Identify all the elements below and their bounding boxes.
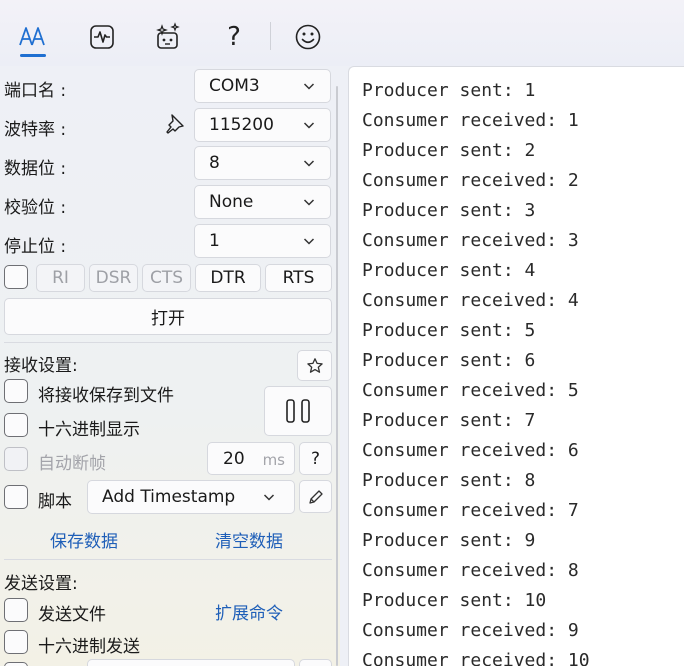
hex-display-label: 十六进制显示 <box>38 420 140 440</box>
left-scrollbar[interactable] <box>336 86 338 666</box>
output-line: Consumer received: 9 <box>362 620 579 641</box>
open-port-button[interactable]: 打开 <box>4 298 332 335</box>
save-to-file-label: 将接收保存到文件 <box>38 386 174 406</box>
rts-toggle[interactable]: RTS <box>265 264 332 292</box>
divider <box>4 342 332 343</box>
output-line: Producer sent: 6 <box>362 350 536 371</box>
parity-value: None <box>209 192 254 212</box>
send-file-label: 发送文件 <box>38 605 106 625</box>
output-line: Producer sent: 9 <box>362 530 536 551</box>
signal-ri: RI <box>36 264 85 292</box>
smiley-icon[interactable] <box>292 20 324 54</box>
divider <box>4 559 332 560</box>
help-glyph: ? <box>310 448 321 469</box>
signals-checkbox[interactable] <box>4 265 28 289</box>
next-row-select[interactable] <box>87 659 295 666</box>
next-row-button[interactable] <box>299 659 332 666</box>
databits-value: 8 <box>209 153 220 173</box>
script-label: 脚本 <box>38 492 72 512</box>
toolbar-separator <box>270 22 271 50</box>
help-icon[interactable]: ? <box>218 20 250 54</box>
frame-ms-value: 20 <box>223 448 245 469</box>
script-checkbox[interactable] <box>4 485 28 509</box>
signal-cts: CTS <box>142 264 191 292</box>
frame-ms-unit: ms <box>262 451 285 469</box>
baud-select[interactable]: 115200 <box>194 108 331 142</box>
next-row-checkbox[interactable] <box>4 662 28 666</box>
output-line: Producer sent: 5 <box>362 320 536 341</box>
output-line: Producer sent: 7 <box>362 410 536 431</box>
star-icon <box>306 357 323 373</box>
save-to-file-checkbox[interactable] <box>4 379 28 403</box>
edit-script-button[interactable] <box>299 480 332 513</box>
pin-icon[interactable] <box>163 112 187 136</box>
output-line: Producer sent: 2 <box>362 140 536 161</box>
send-file-checkbox[interactable] <box>4 598 28 622</box>
parity-label: 校验位 : <box>4 198 67 218</box>
output-line: Producer sent: 4 <box>362 260 536 281</box>
stopbits-label: 停止位 : <box>4 237 67 257</box>
output-line: Consumer received: 10 <box>362 650 590 666</box>
script-select[interactable]: Add Timestamp <box>87 480 295 514</box>
help-glyph: ? <box>227 22 241 52</box>
send-settings-title: 发送设置: <box>4 574 78 594</box>
baud-label: 波特率 : <box>4 120 67 140</box>
output-line: Consumer received: 4 <box>362 290 579 311</box>
output-line: Consumer received: 5 <box>362 380 579 401</box>
extend-command-link[interactable]: 扩展命令 <box>215 599 283 624</box>
databits-select[interactable]: 8 <box>194 146 331 180</box>
output-line: Consumer received: 6 <box>362 440 579 461</box>
receive-output-area[interactable]: Producer sent: 1 Consumer received: 1 Prod… <box>348 66 684 666</box>
active-tab-indicator <box>20 54 46 57</box>
port-label: 端口名 : <box>4 81 67 101</box>
open-button-label: 打开 <box>151 309 185 329</box>
output-line: Consumer received: 3 <box>362 230 579 251</box>
output-line: Consumer received: 7 <box>362 500 579 521</box>
chevron-down-icon <box>303 122 315 129</box>
chevron-down-icon <box>263 494 275 501</box>
output-line: Producer sent: 1 <box>362 80 536 101</box>
pen-icon <box>308 489 323 504</box>
output-line: Consumer received: 8 <box>362 560 579 581</box>
auto-frame-help-button[interactable]: ? <box>299 442 332 475</box>
hex-send-checkbox[interactable] <box>4 630 28 654</box>
chevron-down-icon <box>303 160 315 167</box>
output-line: Producer sent: 10 <box>362 590 547 611</box>
pause-icon <box>286 399 310 423</box>
pulse-icon[interactable] <box>86 20 118 54</box>
chevron-down-icon <box>303 83 315 90</box>
auto-frame-checkbox[interactable] <box>4 447 28 471</box>
databits-label: 数据位 : <box>4 159 67 179</box>
text-format-icon[interactable] <box>17 20 49 54</box>
hex-display-checkbox[interactable] <box>4 413 28 437</box>
auto-frame-label: 自动断帧 <box>38 454 106 474</box>
stopbits-value: 1 <box>209 231 220 251</box>
save-data-link[interactable]: 保存数据 <box>50 527 118 552</box>
parity-select[interactable]: None <box>194 185 331 219</box>
sparkle-bot-icon[interactable] <box>152 20 184 54</box>
output-line: Consumer received: 2 <box>362 170 579 191</box>
script-value: Add Timestamp <box>102 487 236 507</box>
dtr-toggle[interactable]: DTR <box>195 264 261 292</box>
port-value: COM3 <box>209 76 260 96</box>
toolbar: ? <box>0 0 684 66</box>
stopbits-select[interactable]: 1 <box>194 224 331 258</box>
clear-data-link[interactable]: 清空数据 <box>215 527 283 552</box>
frame-ms-input[interactable]: 20 ms <box>207 442 295 475</box>
hex-send-label: 十六进制发送 <box>38 637 140 657</box>
signal-dsr: DSR <box>89 264 138 292</box>
baud-value: 115200 <box>209 115 274 135</box>
receive-settings-title: 接收设置: <box>4 356 78 376</box>
output-line: Producer sent: 3 <box>362 200 536 221</box>
chevron-down-icon <box>303 199 315 206</box>
output-line: Producer sent: 8 <box>362 470 536 491</box>
chevron-down-icon <box>303 238 315 245</box>
favorite-button[interactable] <box>297 350 332 381</box>
port-select[interactable]: COM3 <box>194 69 331 103</box>
output-line: Consumer received: 1 <box>362 110 579 131</box>
pause-button[interactable] <box>264 386 332 436</box>
